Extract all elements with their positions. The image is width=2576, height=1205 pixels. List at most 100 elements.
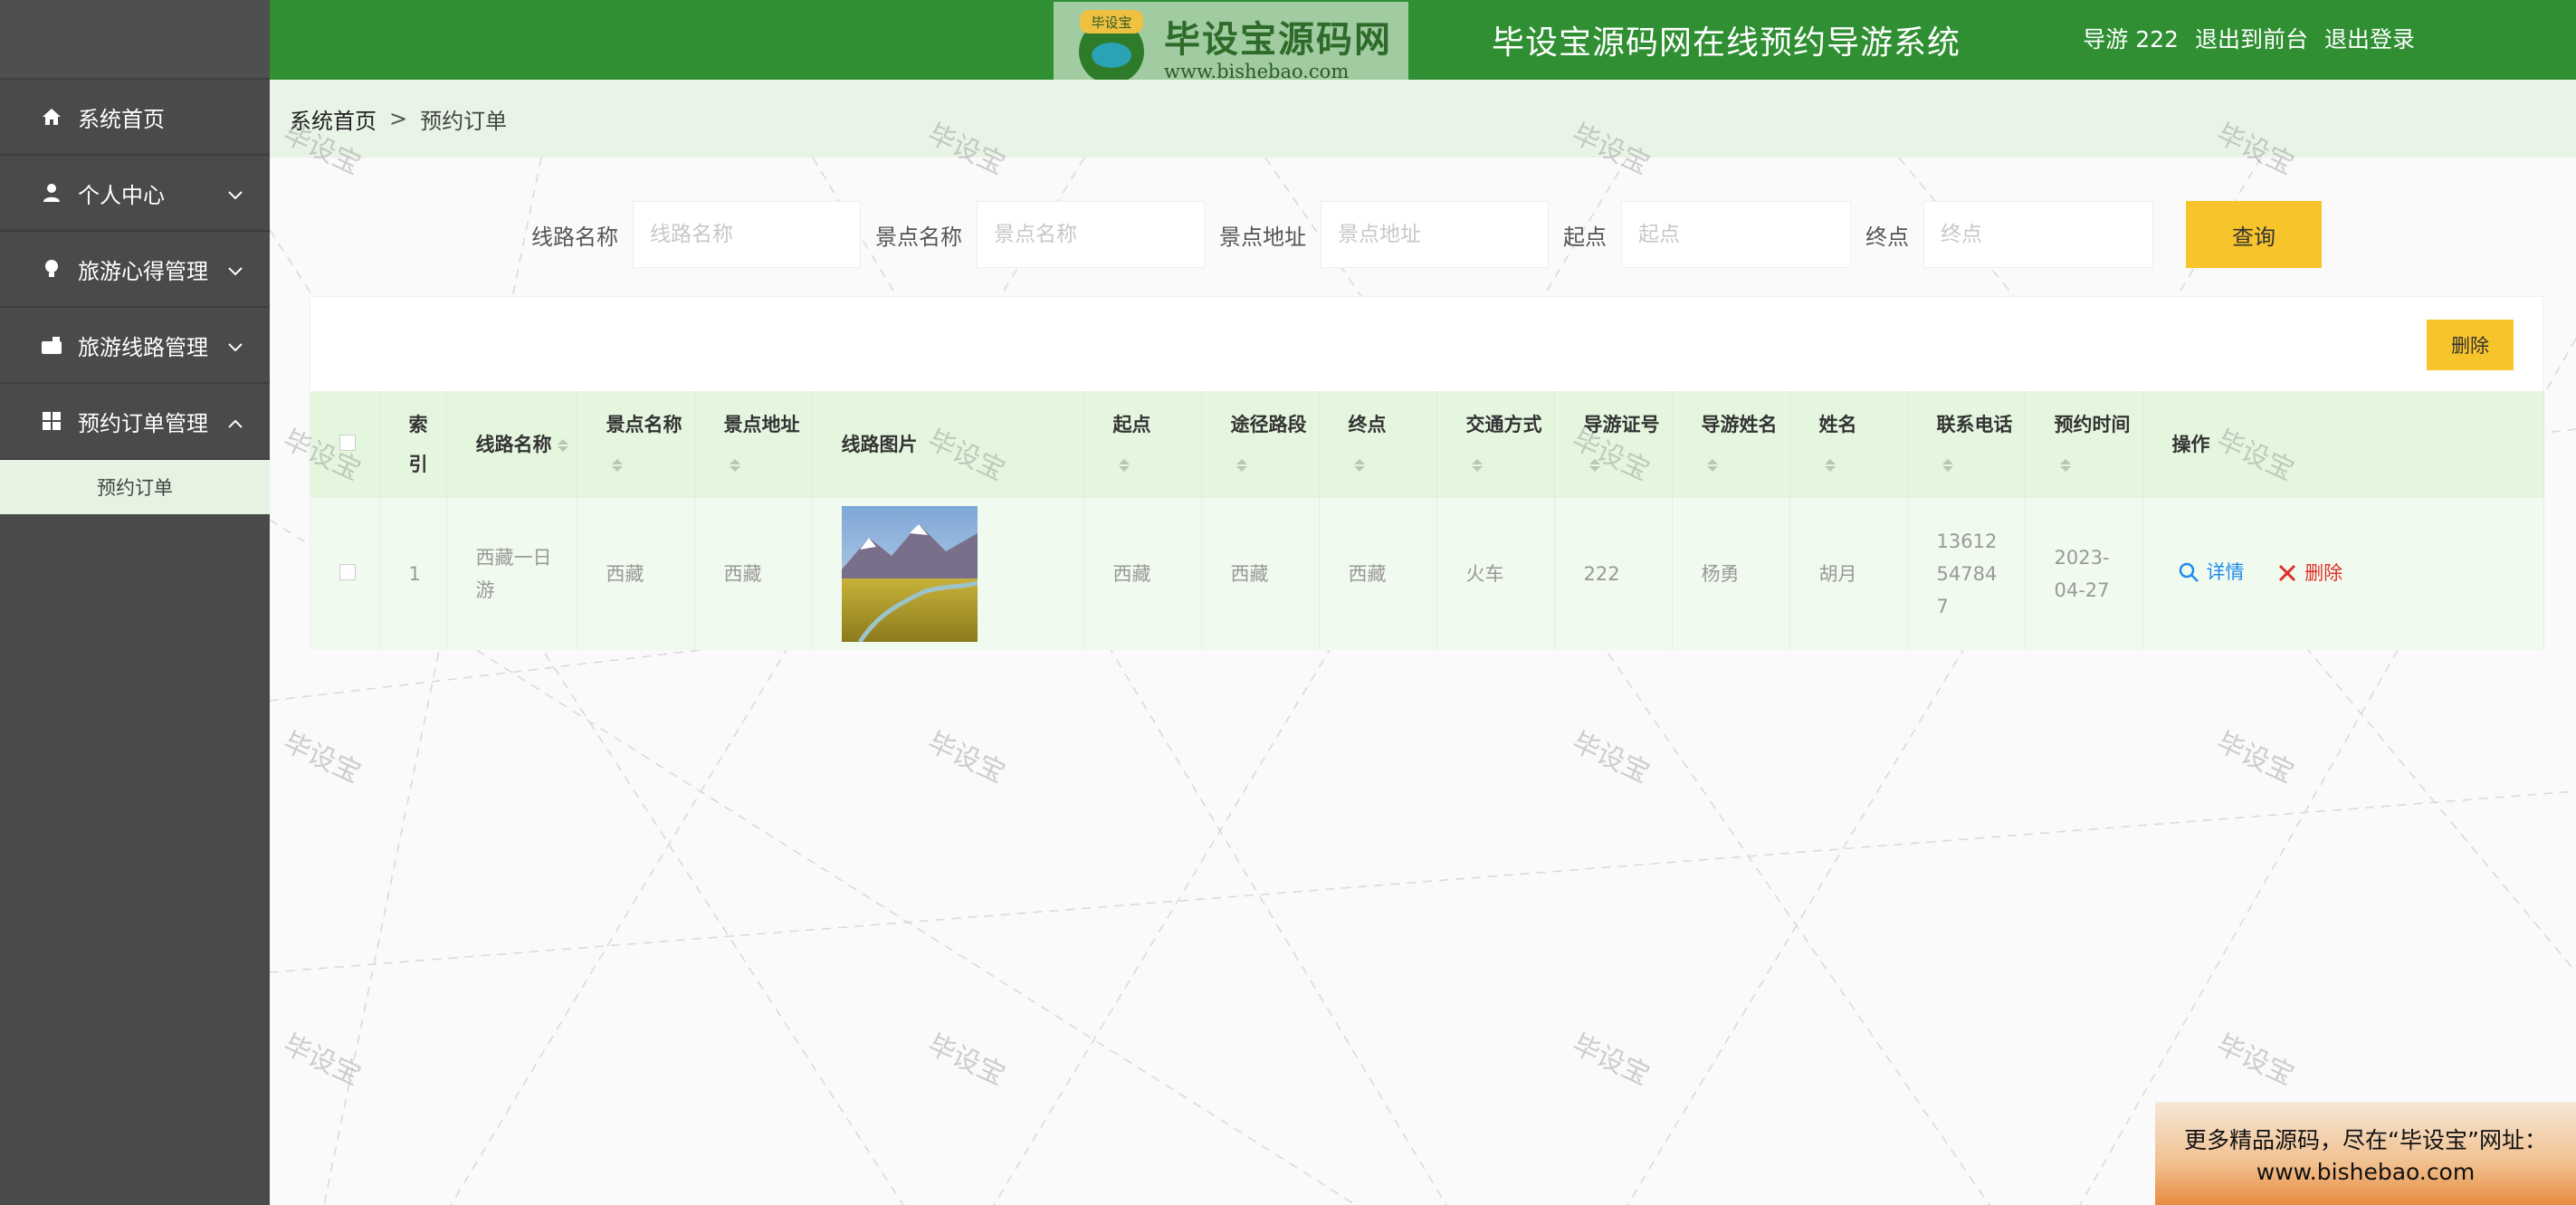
col-guide-name[interactable]: 导游姓名 bbox=[1672, 391, 1790, 498]
sort-icon[interactable] bbox=[1824, 459, 1836, 472]
spot-name-label: 景点名称 bbox=[875, 224, 962, 250]
top-header: 毕设宝源码网在线预约导游系统 导游 222 退出到前台 退出登录 bbox=[270, 0, 2576, 80]
watermark-text: 毕设宝 bbox=[1567, 1028, 1655, 1093]
col-spot-address[interactable]: 景点地址 bbox=[694, 391, 813, 498]
cell-guide-name: 杨勇 bbox=[1672, 498, 1790, 650]
row-delete-button[interactable]: 删除 bbox=[2277, 557, 2342, 589]
chevron-up-icon bbox=[228, 408, 243, 434]
sort-icon[interactable] bbox=[611, 459, 623, 472]
col-end[interactable]: 终点 bbox=[1319, 391, 1437, 498]
col-index: 索引 bbox=[379, 391, 447, 498]
sidebar-item-home[interactable]: 系统首页 bbox=[0, 80, 270, 156]
col-spot-name[interactable]: 景点名称 bbox=[577, 391, 695, 498]
close-icon bbox=[2279, 564, 2296, 581]
sidebar-item-label: 旅游线路管理 bbox=[78, 334, 208, 360]
col-route-image: 线路图片 bbox=[812, 391, 1084, 498]
orders-table: 索引 线路名称 景点名称 景点地址 线路图片 起点 途径路段 终点 交通方式 导… bbox=[310, 391, 2544, 650]
sidebar-item-label: 个人中心 bbox=[78, 182, 165, 208]
cell-time: 2023-04-27 bbox=[2025, 498, 2143, 650]
svg-text:毕设宝: 毕设宝 bbox=[1091, 14, 1131, 31]
promo-banner[interactable]: 更多精品源码，尽在“毕设宝”网址： www.bishebao.com bbox=[2155, 1102, 2576, 1205]
promo-line-2: www.bishebao.com bbox=[2256, 1158, 2476, 1185]
sidebar-item-route-management[interactable]: 旅游线路管理 bbox=[0, 308, 270, 384]
breadcrumb-home[interactable]: 系统首页 bbox=[290, 103, 377, 135]
watermark-text: 毕设宝 bbox=[2211, 1028, 2299, 1093]
col-label: 导游证号 bbox=[1583, 414, 1660, 435]
breadcrumb-separator: > bbox=[389, 106, 408, 131]
col-name[interactable]: 姓名 bbox=[1789, 391, 1908, 498]
sort-icon[interactable] bbox=[1589, 459, 1600, 472]
watermark-text: 毕设宝 bbox=[278, 1028, 366, 1093]
col-actions: 操作 bbox=[2142, 391, 2544, 498]
query-button[interactable]: 查询 bbox=[2186, 201, 2322, 268]
sidebar-subitem-orders[interactable]: 预约订单 bbox=[0, 460, 270, 514]
sidebar-item-personal-center[interactable]: 个人中心 bbox=[0, 156, 270, 232]
search-form: 线路名称 景点名称 景点地址 起点 终点 bbox=[531, 201, 2168, 268]
sidebar-item-travel-notes[interactable]: 旅游心得管理 bbox=[0, 232, 270, 308]
chevron-down-icon bbox=[228, 332, 243, 358]
sort-icon[interactable] bbox=[1118, 459, 1130, 472]
chevron-down-icon bbox=[228, 180, 243, 206]
col-start[interactable]: 起点 bbox=[1083, 391, 1202, 498]
sidebar-subitem-label: 预约订单 bbox=[97, 477, 173, 499]
cell-phone: 13612547847 bbox=[1907, 498, 2026, 650]
cell-route-name: 西藏一日游 bbox=[446, 498, 577, 650]
col-label: 姓名 bbox=[1818, 414, 1857, 435]
breadcrumb: 系统首页 > 预约订单 bbox=[270, 80, 2576, 158]
watermark-brand: 毕设宝源码网 bbox=[1164, 19, 1392, 61]
bulk-delete-button[interactable]: 删除 bbox=[2427, 320, 2514, 370]
sort-icon[interactable] bbox=[2059, 459, 2071, 472]
cell-start: 西藏 bbox=[1083, 498, 1202, 650]
route-name-input[interactable] bbox=[633, 201, 861, 268]
col-label: 景点地址 bbox=[723, 414, 800, 435]
sidebar-item-label: 预约订单管理 bbox=[78, 410, 208, 436]
route-name-label: 线路名称 bbox=[531, 224, 618, 250]
sort-icon[interactable] bbox=[557, 439, 568, 452]
logout-link[interactable]: 退出登录 bbox=[2324, 22, 2415, 54]
col-via[interactable]: 途径路段 bbox=[1201, 391, 1320, 498]
col-route-name[interactable]: 线路名称 bbox=[446, 391, 577, 498]
cell-end: 西藏 bbox=[1319, 498, 1437, 650]
promo-line-1: 更多精品源码，尽在“毕设宝”网址： bbox=[2184, 1126, 2547, 1153]
sort-icon[interactable] bbox=[1236, 459, 1247, 472]
exit-to-front-link[interactable]: 退出到前台 bbox=[2195, 22, 2308, 54]
col-transport[interactable]: 交通方式 bbox=[1436, 391, 1555, 498]
select-all-checkbox[interactable] bbox=[339, 435, 356, 451]
col-label: 途径路段 bbox=[1230, 414, 1307, 435]
detail-button[interactable]: 详情 bbox=[2178, 556, 2245, 588]
sort-icon[interactable] bbox=[1353, 459, 1365, 472]
sort-icon[interactable] bbox=[1706, 459, 1718, 472]
sort-icon[interactable] bbox=[1942, 459, 1953, 472]
spot-address-label: 景点地址 bbox=[1219, 224, 1306, 250]
col-guide-id[interactable]: 导游证号 bbox=[1554, 391, 1673, 498]
select-all-cell bbox=[310, 391, 380, 498]
end-input[interactable] bbox=[1923, 201, 2153, 268]
col-label: 终点 bbox=[1348, 414, 1387, 435]
chevron-down-icon bbox=[228, 256, 243, 282]
col-label: 导游姓名 bbox=[1701, 414, 1778, 435]
col-label: 预约时间 bbox=[2054, 414, 2131, 435]
user-icon bbox=[40, 181, 63, 205]
sort-icon[interactable] bbox=[1471, 459, 1483, 472]
row-select-cell bbox=[310, 498, 380, 650]
sort-icon[interactable] bbox=[729, 459, 740, 472]
start-input[interactable] bbox=[1621, 201, 1851, 268]
col-label: 起点 bbox=[1112, 414, 1151, 435]
sidebar-item-order-management[interactable]: 预约订单管理 bbox=[0, 384, 270, 460]
cell-via: 西藏 bbox=[1201, 498, 1320, 650]
brand-badge-icon: 毕设宝 bbox=[1064, 6, 1159, 86]
route-thumbnail-image[interactable] bbox=[841, 506, 978, 642]
row-checkbox[interactable] bbox=[339, 564, 356, 580]
spot-address-input[interactable] bbox=[1321, 201, 1549, 268]
col-time[interactable]: 预约时间 bbox=[2025, 391, 2143, 498]
grid-icon bbox=[40, 409, 63, 433]
user-label: 导游 222 bbox=[2083, 26, 2179, 53]
sidebar-item-label: 旅游心得管理 bbox=[78, 258, 208, 284]
spot-name-input[interactable] bbox=[977, 201, 1205, 268]
orders-card: 删除 索引 线路名称 景点名称 景点地址 线路图片 起点 途径路段 终点 交通方… bbox=[310, 296, 2544, 650]
watermark-text: 毕设宝 bbox=[278, 726, 366, 790]
col-phone[interactable]: 联系电话 bbox=[1907, 391, 2026, 498]
sidebar-item-label: 系统首页 bbox=[78, 106, 165, 132]
route-icon bbox=[40, 333, 63, 357]
watermark-text: 毕设宝 bbox=[2211, 726, 2299, 790]
